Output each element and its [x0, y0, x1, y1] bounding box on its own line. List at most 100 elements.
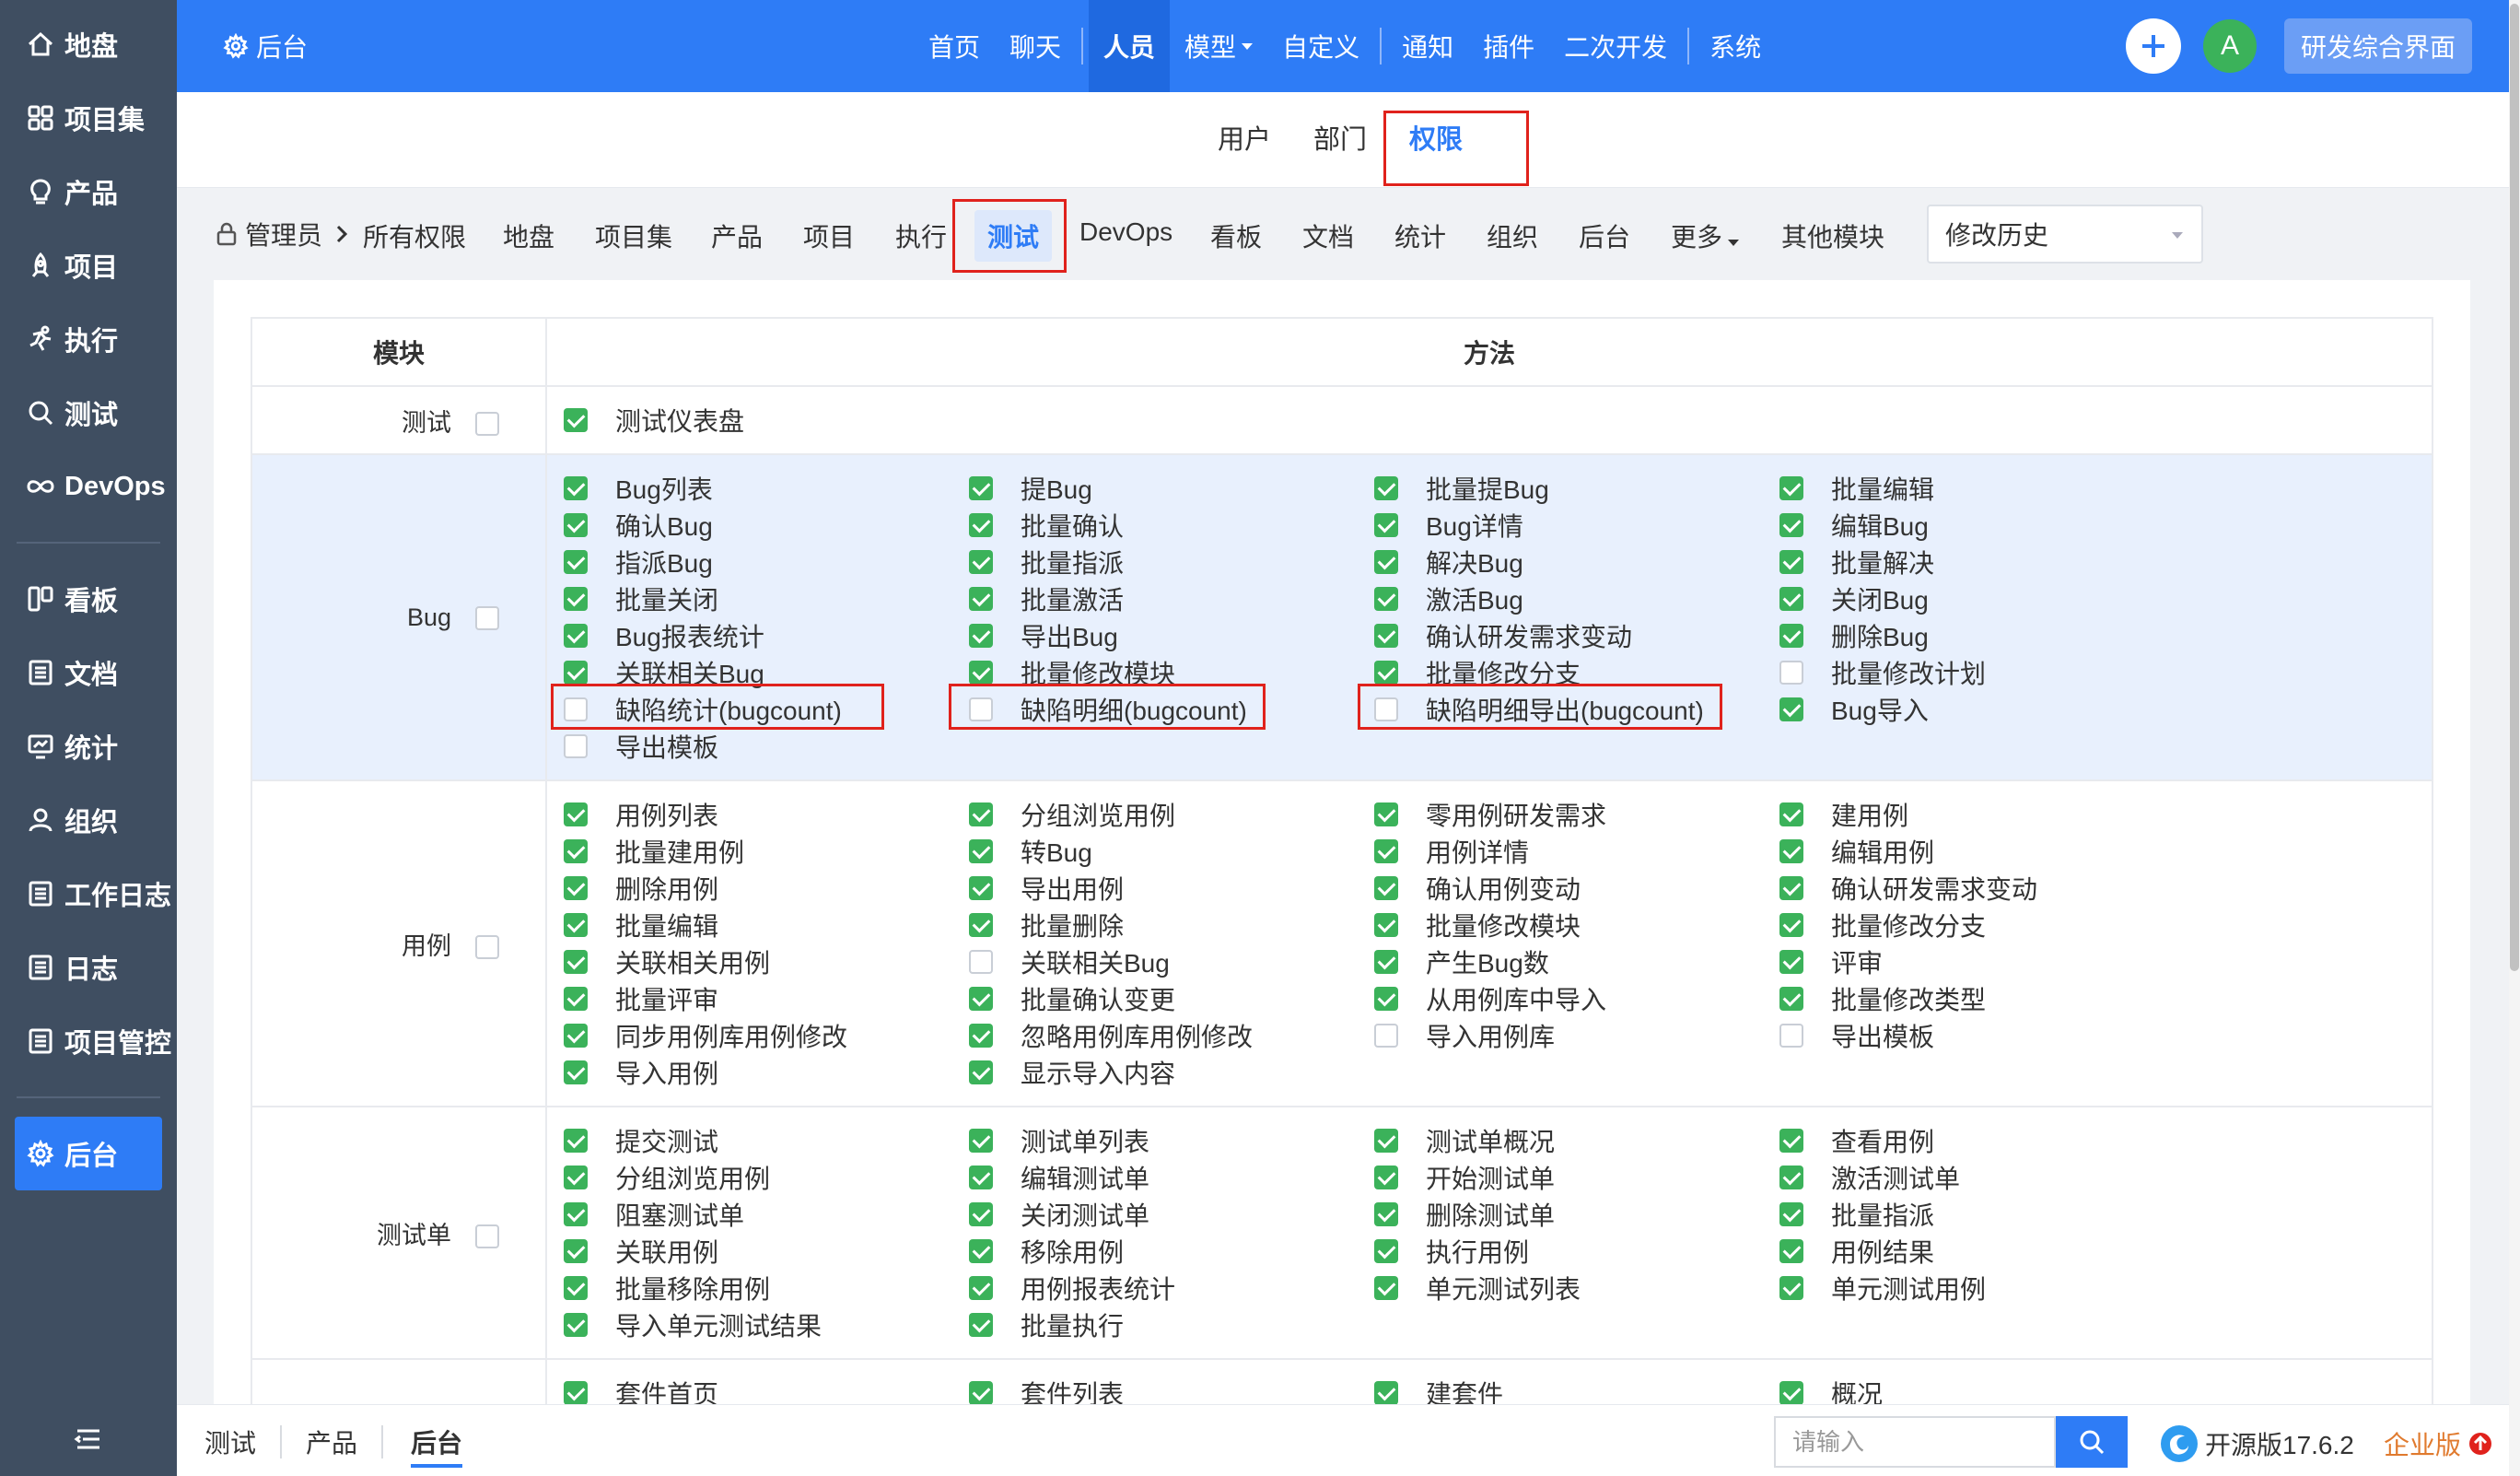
method-checkbox[interactable] — [564, 876, 588, 900]
method-item[interactable]: 缺陷统计(bugcount) — [564, 691, 969, 728]
method-checkbox[interactable] — [969, 839, 993, 863]
method-item[interactable]: 忽略用例库用例修改 — [969, 1017, 1374, 1054]
method-item[interactable]: 确认用例变动 — [1374, 870, 1779, 907]
method-item[interactable]: 移除用例 — [969, 1233, 1374, 1270]
menu-collapse-icon[interactable] — [0, 1410, 177, 1469]
method-checkbox[interactable] — [1374, 913, 1398, 937]
create-button[interactable] — [2125, 18, 2181, 74]
method-item[interactable]: 缺陷明细导出(bugcount) — [1374, 691, 1779, 728]
method-checkbox[interactable] — [564, 408, 588, 432]
method-item[interactable]: 套件首页 — [564, 1375, 969, 1404]
method-item[interactable]: 关闭Bug — [1779, 580, 2185, 617]
method-item[interactable]: 分组浏览用例 — [969, 796, 1374, 833]
method-item[interactable]: 批量确认变更 — [969, 980, 1374, 1017]
method-checkbox[interactable] — [564, 1129, 588, 1153]
method-item[interactable]: 批量修改分支 — [1779, 907, 2185, 943]
method-item[interactable]: 转Bug — [969, 833, 1374, 870]
method-checkbox[interactable] — [969, 1202, 993, 1226]
method-item[interactable]: 提Bug — [969, 470, 1374, 507]
method-item[interactable]: 批量评审 — [564, 980, 969, 1017]
method-item[interactable]: 产生Bug数 — [1374, 943, 1779, 980]
method-item[interactable]: 批量确认 — [969, 507, 1374, 544]
method-item[interactable]: 从用例库中导入 — [1374, 980, 1779, 1017]
nav-system[interactable]: 系统 — [1695, 0, 1776, 92]
method-checkbox[interactable] — [969, 476, 993, 500]
method-item[interactable]: Bug报表统计 — [564, 617, 969, 654]
method-item[interactable]: 批量关闭 — [564, 580, 969, 617]
module-tab-report[interactable]: 统计 — [1394, 217, 1446, 254]
method-item[interactable]: 执行用例 — [1374, 1233, 1779, 1270]
method-checkbox[interactable] — [1779, 1239, 1803, 1263]
method-item[interactable]: 分组浏览用例 — [564, 1159, 969, 1196]
nav-chat[interactable]: 聊天 — [995, 0, 1076, 92]
method-checkbox[interactable] — [564, 697, 588, 721]
scrollbar-thumb[interactable] — [2510, 4, 2519, 971]
method-item[interactable]: 批量修改模块 — [1374, 907, 1779, 943]
method-checkbox[interactable] — [969, 802, 993, 826]
method-checkbox[interactable] — [1374, 587, 1398, 611]
method-item[interactable]: 测试单列表 — [969, 1122, 1374, 1159]
method-item[interactable]: 零用例研发需求 — [1374, 796, 1779, 833]
method-item[interactable]: 关联相关用例 — [564, 943, 969, 980]
method-checkbox[interactable] — [1779, 1166, 1803, 1189]
method-checkbox[interactable] — [969, 1313, 993, 1337]
module-tab-doc[interactable]: 文档 — [1302, 217, 1354, 254]
method-checkbox[interactable] — [969, 1024, 993, 1048]
method-item[interactable]: 删除测试单 — [1374, 1196, 1779, 1233]
breadcrumb[interactable]: 管理员 — [216, 216, 348, 252]
method-checkbox[interactable] — [564, 661, 588, 685]
method-checkbox[interactable] — [1374, 661, 1398, 685]
method-item[interactable]: 批量建用例 — [564, 833, 969, 870]
method-item[interactable]: 关联相关Bug — [969, 943, 1374, 980]
method-checkbox[interactable] — [564, 802, 588, 826]
method-checkbox[interactable] — [1779, 1202, 1803, 1226]
module-tab-admin[interactable]: 后台 — [1579, 217, 1630, 254]
method-item[interactable]: 关闭测试单 — [969, 1196, 1374, 1233]
sidebar-item-company[interactable]: 组织 — [0, 783, 177, 857]
method-checkbox[interactable] — [969, 1060, 993, 1084]
method-checkbox[interactable] — [564, 550, 588, 574]
method-item[interactable]: 批量修改类型 — [1779, 980, 2185, 1017]
avatar[interactable]: A — [2202, 19, 2257, 73]
research-ui-button[interactable]: 研发综合界面 — [2283, 18, 2472, 74]
sidebar-item-report[interactable]: 统计 — [0, 709, 177, 783]
nav-message[interactable]: 通知 — [1387, 0, 1468, 92]
method-item[interactable]: 激活Bug — [1374, 580, 1779, 617]
sidebar-item-devops[interactable]: DevOps — [0, 450, 177, 523]
method-checkbox[interactable] — [1374, 950, 1398, 974]
sidebar-item-admin[interactable]: 后台 — [15, 1117, 162, 1190]
method-item[interactable]: 用例报表统计 — [969, 1270, 1374, 1306]
module-checkbox[interactable] — [475, 935, 499, 960]
method-checkbox[interactable] — [564, 1202, 588, 1226]
sidebar-item-effort[interactable]: 工作日志 — [0, 857, 177, 931]
module-tab-test[interactable]: 测试 — [974, 210, 1053, 262]
method-checkbox[interactable] — [564, 587, 588, 611]
sidebar-item-execution[interactable]: 执行 — [0, 302, 177, 376]
enterprise-link[interactable]: 企业版 — [2384, 1425, 2492, 1462]
tab-user[interactable]: 用户 — [1218, 118, 1271, 157]
method-item[interactable]: 批量修改计划 — [1779, 654, 2185, 691]
method-checkbox[interactable] — [1374, 839, 1398, 863]
method-item[interactable]: 导出模板 — [564, 728, 969, 765]
nav-model[interactable]: 模型 — [1170, 0, 1267, 92]
method-checkbox[interactable] — [1779, 1381, 1803, 1404]
module-tab-other[interactable]: 其他模块 — [1781, 217, 1884, 254]
method-item[interactable]: 删除用例 — [564, 870, 969, 907]
method-item[interactable]: 编辑用例 — [1779, 833, 2185, 870]
method-checkbox[interactable] — [1374, 513, 1398, 537]
sidebar-item-dashboard[interactable]: 地盘 — [0, 7, 177, 81]
nav-extension[interactable]: 插件 — [1468, 0, 1549, 92]
method-item[interactable]: 解决Bug — [1374, 544, 1779, 580]
method-checkbox[interactable] — [969, 587, 993, 611]
method-item[interactable]: 批量修改模块 — [969, 654, 1374, 691]
method-checkbox[interactable] — [1779, 661, 1803, 685]
method-checkbox[interactable] — [1374, 1239, 1398, 1263]
method-checkbox[interactable] — [1374, 1024, 1398, 1048]
method-checkbox[interactable] — [1374, 802, 1398, 826]
method-checkbox[interactable] — [564, 950, 588, 974]
method-item[interactable]: 建套件 — [1374, 1375, 1779, 1404]
sidebar-item-project[interactable]: 项目 — [0, 228, 177, 302]
module-tab-more[interactable]: 更多 — [1671, 217, 1740, 254]
method-checkbox[interactable] — [564, 624, 588, 648]
method-item[interactable]: 确认研发需求变动 — [1374, 617, 1779, 654]
